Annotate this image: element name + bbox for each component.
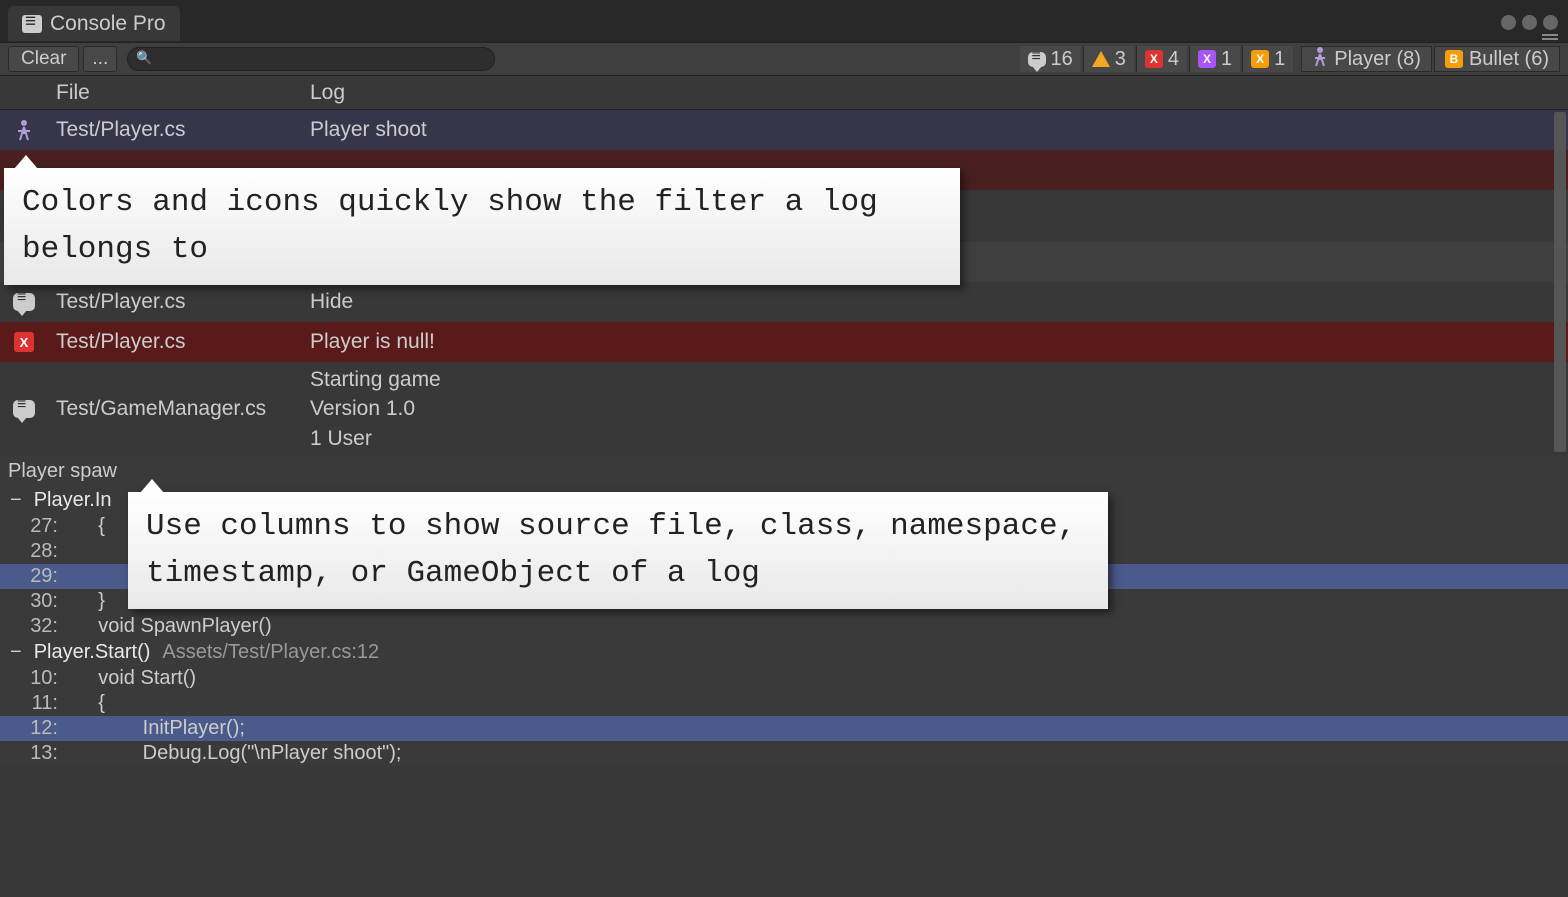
filter-bar: 16 3 4 1 1 Player (8) Bullet (6) bbox=[1020, 46, 1560, 72]
window-button-3[interactable] bbox=[1543, 15, 1558, 30]
log-row[interactable]: Test/Player.csPlayer shoot bbox=[0, 110, 1568, 150]
panel-menu-icon[interactable] bbox=[1542, 34, 1558, 42]
player-icon bbox=[1312, 46, 1328, 72]
console-icon bbox=[22, 15, 42, 33]
line-number: 10: bbox=[16, 667, 76, 690]
filter-bullet[interactable]: Bullet (6) bbox=[1434, 46, 1560, 72]
error-icon bbox=[1145, 50, 1163, 68]
line-number: 11: bbox=[16, 692, 76, 715]
callout-arrow-icon bbox=[140, 479, 164, 493]
stack-frame: −Player.Start()Assets/Test/Player.cs:121… bbox=[0, 639, 1568, 766]
scrollbar[interactable] bbox=[1554, 112, 1566, 452]
line-number: 12: bbox=[16, 717, 76, 740]
window-button-1[interactable] bbox=[1501, 15, 1516, 30]
filter-info[interactable]: 16 bbox=[1020, 46, 1081, 72]
exception-icon bbox=[1198, 50, 1216, 68]
window-button-2[interactable] bbox=[1522, 15, 1537, 30]
menu-button[interactable]: ... bbox=[83, 46, 117, 72]
speech-icon bbox=[13, 400, 35, 418]
log-message: Player is null! bbox=[306, 327, 1568, 356]
line-number: 32: bbox=[16, 615, 76, 638]
log-row[interactable]: Test/Player.csHide bbox=[0, 282, 1568, 322]
stack-function: Player.Start() bbox=[34, 641, 151, 664]
log-file: Test/Player.cs bbox=[48, 330, 306, 354]
code-text: } bbox=[76, 590, 105, 613]
error-icon: X bbox=[14, 332, 34, 352]
code-line[interactable]: 32: void SpawnPlayer() bbox=[0, 614, 1568, 639]
log-file: Test/Player.cs bbox=[48, 118, 306, 142]
toolbar: Clear ... 16 3 4 1 1 Player (8) bbox=[0, 42, 1568, 76]
exception2-icon bbox=[1251, 50, 1269, 68]
player-icon bbox=[16, 119, 32, 141]
log-row[interactable]: Test/GameManager.csStarting game Version… bbox=[0, 362, 1568, 456]
log-file: Test/Player.cs bbox=[48, 290, 306, 314]
stack-function: Player.In bbox=[34, 489, 112, 512]
log-message: Hide bbox=[306, 287, 1568, 316]
filter-exception2[interactable]: 1 bbox=[1242, 46, 1293, 72]
code-line[interactable]: 10: void Start() bbox=[0, 666, 1568, 691]
tab-console-pro[interactable]: Console Pro bbox=[8, 6, 180, 41]
code-line[interactable]: 11: { bbox=[0, 691, 1568, 716]
filter-error[interactable]: 4 bbox=[1136, 46, 1187, 72]
info-icon bbox=[1028, 52, 1046, 67]
scrollbar-thumb[interactable] bbox=[1554, 112, 1566, 452]
code-line[interactable]: 12: InitPlayer(); bbox=[0, 716, 1568, 741]
code-line[interactable]: 13: Debug.Log("\nPlayer shoot"); bbox=[0, 741, 1568, 766]
line-number: 30: bbox=[16, 590, 76, 613]
clear-button[interactable]: Clear bbox=[8, 46, 79, 72]
bullet-icon bbox=[1445, 50, 1463, 68]
code-text: InitPlayer(); bbox=[76, 717, 245, 740]
filter-exception[interactable]: 1 bbox=[1189, 46, 1240, 72]
line-number: 29: bbox=[16, 565, 76, 588]
search-input[interactable] bbox=[127, 47, 495, 71]
titlebar: Console Pro bbox=[0, 0, 1568, 42]
detail-title: Player spaw bbox=[0, 456, 1568, 487]
line-number: 27: bbox=[16, 515, 76, 538]
filter-player[interactable]: Player (8) bbox=[1301, 46, 1432, 72]
log-row[interactable]: X Test/Player.csPlayer is null! bbox=[0, 322, 1568, 362]
log-file: Test/GameManager.cs bbox=[48, 397, 306, 421]
log-message: Player shoot bbox=[306, 115, 1568, 144]
column-file[interactable]: File bbox=[48, 81, 306, 105]
column-log[interactable]: Log bbox=[306, 81, 1568, 105]
callout-tooltip-2: Use columns to show source file, class, … bbox=[128, 492, 1108, 609]
code-text: void SpawnPlayer() bbox=[76, 615, 272, 638]
columns-header: File Log bbox=[0, 76, 1568, 110]
tab-title: Console Pro bbox=[50, 12, 166, 36]
line-number: 13: bbox=[16, 742, 76, 765]
stack-path: Assets/Test/Player.cs:12 bbox=[162, 641, 379, 664]
code-text: Debug.Log("\nPlayer shoot"); bbox=[76, 742, 401, 765]
callout-tooltip-1: Colors and icons quickly show the filter… bbox=[4, 168, 960, 285]
collapse-icon[interactable]: − bbox=[10, 489, 22, 512]
collapse-icon[interactable]: − bbox=[10, 641, 22, 664]
filter-warn[interactable]: 3 bbox=[1083, 46, 1134, 72]
speech-icon bbox=[13, 293, 35, 311]
code-text: { bbox=[76, 692, 105, 715]
code-text: void Start() bbox=[76, 667, 196, 690]
log-message: Starting game Version 1.0 1 User bbox=[306, 365, 1568, 453]
window-buttons bbox=[1501, 15, 1558, 30]
callout-arrow-icon bbox=[14, 155, 38, 169]
code-text: { bbox=[76, 515, 105, 538]
warn-icon bbox=[1092, 51, 1110, 67]
stack-header[interactable]: −Player.Start() Assets/Test/Player.cs:12 bbox=[0, 639, 1568, 666]
line-number: 28: bbox=[16, 540, 76, 563]
